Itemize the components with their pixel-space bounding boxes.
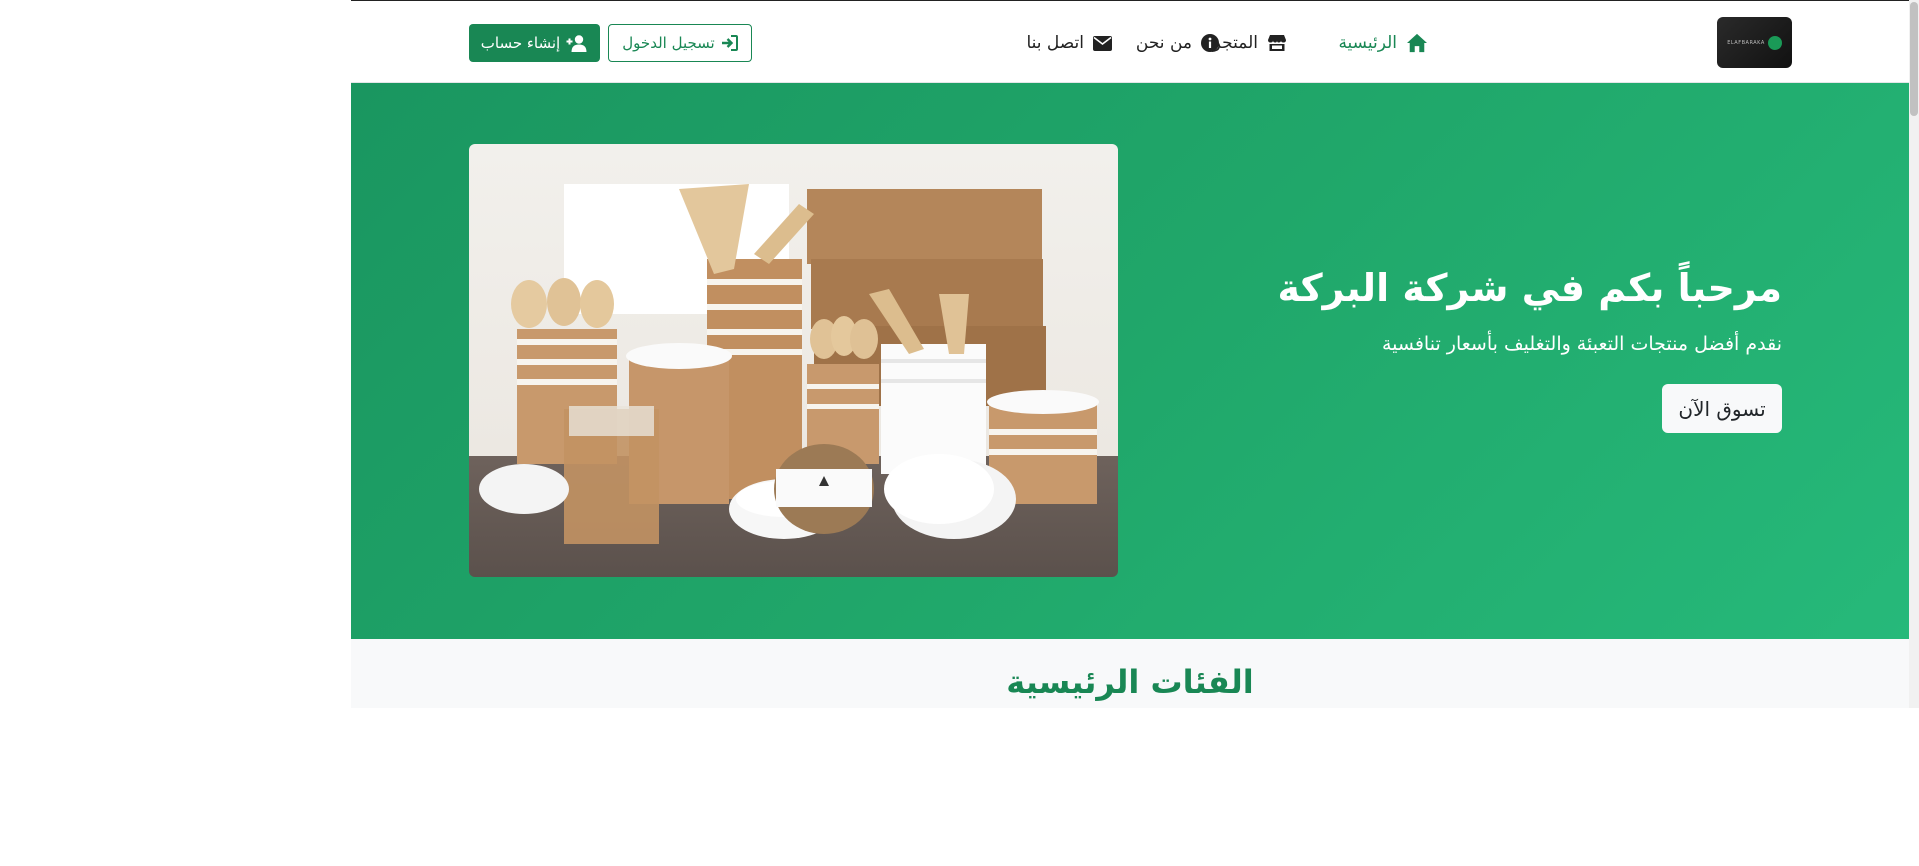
categories-section: الفئات الرئيسية: [351, 639, 1909, 708]
store-icon: [1268, 35, 1286, 51]
hero-product-image: [469, 144, 1118, 577]
hero-title: مرحباً بكم في شركة البركة: [1277, 266, 1782, 310]
logo-mark-icon: [1767, 35, 1782, 50]
nav-item-label: الرئيسية: [1338, 33, 1397, 53]
nav-item-label: المتجر: [1212, 33, 1258, 53]
envelope-icon: [1093, 35, 1112, 51]
nav-item-home[interactable]: الرئيسية: [1338, 30, 1428, 56]
logo-text: ELAFBARAKA: [1727, 39, 1765, 46]
categories-title: الفئات الرئيسية: [1006, 663, 1254, 701]
nav-item-store[interactable]: المتجر: [1213, 30, 1287, 56]
register-button[interactable]: إنشاء حساب: [469, 24, 600, 62]
nav-item-about[interactable]: من نحن: [1136, 30, 1219, 56]
page-scrollbar[interactable]: [1909, 0, 1919, 708]
sign-in-icon: [721, 35, 738, 51]
navbar: ELAFBARAKA الرئيسية المتجر من نحن اتصل ب…: [351, 0, 1909, 83]
login-button[interactable]: تسجيل الدخول: [608, 24, 752, 62]
user-plus-icon: [566, 34, 587, 52]
nav-item-contact[interactable]: اتصل بنا: [1026, 30, 1112, 56]
brand-logo[interactable]: ELAFBARAKA: [1717, 17, 1792, 68]
nav-item-label: من نحن: [1135, 33, 1192, 53]
hero-section: مرحباً بكم في شركة البركة نقدم أفضل منتج…: [351, 83, 1909, 639]
shop-now-button[interactable]: تسوق الآن: [1662, 384, 1782, 433]
info-icon: [1201, 34, 1219, 52]
hero-subtitle: نقدم أفضل منتجات التعبئة والتغليف بأسعار…: [1381, 333, 1782, 355]
nav-item-label: اتصل بنا: [1026, 33, 1084, 53]
scrollbar-thumb[interactable]: [1910, 2, 1918, 116]
register-label: إنشاء حساب: [480, 34, 561, 52]
login-label: تسجيل الدخول: [622, 34, 715, 52]
home-icon: [1407, 33, 1427, 53]
